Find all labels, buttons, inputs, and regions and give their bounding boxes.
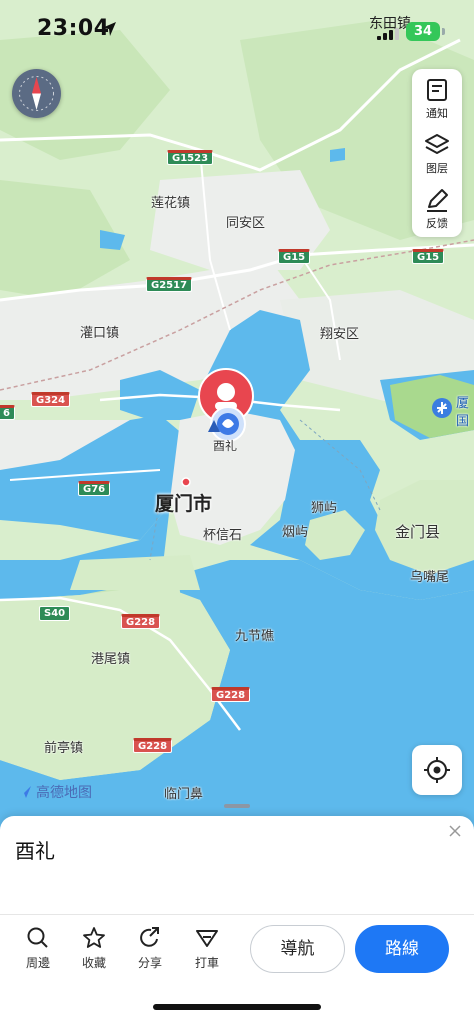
place-label: 杯信石 bbox=[203, 528, 243, 543]
map-toolbox: 通知 图层 反馈 bbox=[412, 69, 462, 237]
crosshair-icon bbox=[424, 757, 450, 783]
notice-button[interactable]: 通知 bbox=[412, 71, 462, 125]
route-button[interactable]: 路線 bbox=[355, 925, 449, 973]
nearby-label: 周邊 bbox=[25, 956, 50, 970]
layers-icon bbox=[425, 134, 449, 154]
favorite-label: 收藏 bbox=[81, 956, 106, 970]
notice-label: 通知 bbox=[426, 107, 448, 120]
taxi-label: 打車 bbox=[194, 956, 219, 970]
sheet-grabber[interactable] bbox=[224, 804, 250, 808]
locate-me-button[interactable] bbox=[412, 745, 462, 795]
road-shield: G76 bbox=[78, 481, 111, 496]
road-shield: G1523 bbox=[167, 150, 214, 165]
road-shield: G15 bbox=[278, 249, 311, 264]
road-shield: G324 bbox=[31, 392, 71, 407]
selected-poi-label: 酉礼 bbox=[213, 439, 238, 453]
road-shield: G228 bbox=[133, 738, 173, 753]
share-label: 分享 bbox=[137, 956, 162, 970]
search-icon bbox=[27, 927, 48, 948]
layers-label: 图层 bbox=[426, 162, 448, 175]
map-logo-text: 高德地图 bbox=[36, 785, 92, 801]
nearby-button[interactable]: 周邊 bbox=[13, 926, 63, 971]
map-logo: 高德地图 bbox=[18, 782, 92, 802]
status-time: 23:04 bbox=[37, 16, 110, 41]
taxi-button[interactable]: 打車 bbox=[182, 926, 232, 971]
road-shield: 6 bbox=[0, 405, 15, 420]
share-icon bbox=[140, 927, 159, 947]
place-label: 灌口镇 bbox=[80, 326, 120, 341]
sheet-divider bbox=[0, 914, 474, 915]
battery-indicator: 34 bbox=[406, 22, 440, 41]
place-label: 前亭镇 bbox=[44, 741, 84, 756]
status-bar: 23:04 东田镇 34 bbox=[0, 0, 474, 58]
place-label: 港尾镇 bbox=[91, 652, 131, 667]
place-label: 九节礁 bbox=[235, 629, 275, 644]
star-icon bbox=[83, 927, 105, 948]
home-indicator bbox=[153, 1004, 321, 1010]
location-services-icon bbox=[102, 22, 116, 36]
share-button[interactable]: 分享 bbox=[125, 926, 175, 971]
place-label: 金门县 bbox=[395, 523, 441, 541]
place-label: 乌嘴尾 bbox=[410, 570, 450, 585]
cellular-signal-icon bbox=[377, 28, 399, 40]
place-label: 临门鼻 bbox=[164, 787, 204, 802]
road-shield: S40 bbox=[39, 606, 71, 621]
place-label: 厦 bbox=[456, 396, 470, 411]
taxi-icon bbox=[196, 930, 218, 947]
feedback-button[interactable]: 反馈 bbox=[412, 181, 462, 235]
amap-logo-icon bbox=[19, 786, 31, 798]
compass-icon bbox=[19, 76, 54, 111]
road-shield: G228 bbox=[121, 614, 161, 629]
close-icon[interactable] bbox=[448, 824, 462, 838]
place-title: 酉礼 bbox=[15, 839, 55, 863]
city-label: 厦门市 bbox=[155, 493, 213, 515]
road-shield: G15 bbox=[412, 249, 445, 264]
place-detail-sheet: 酉礼 周邊 收藏 分享 打車 導航 路線 bbox=[0, 816, 474, 1024]
place-label: 烟屿 bbox=[282, 525, 309, 540]
layers-button[interactable]: 图层 bbox=[412, 126, 462, 180]
map-pin-icon bbox=[198, 368, 254, 442]
place-label: 国 bbox=[456, 414, 470, 429]
battery-nub bbox=[442, 28, 445, 35]
place-label: 莲花镇 bbox=[151, 196, 191, 211]
place-label: 狮屿 bbox=[311, 501, 338, 516]
map-view[interactable]: 莲花镇 同安区 灌口镇 翔安区 杯信石 烟屿 狮屿 金门县 乌嘴尾 九节礁 港尾… bbox=[0, 0, 474, 830]
notice-icon bbox=[427, 79, 447, 101]
feedback-label: 反馈 bbox=[426, 217, 448, 230]
road-shield: G228 bbox=[211, 687, 251, 702]
place-label: 翔安区 bbox=[320, 327, 360, 342]
favorite-button[interactable]: 收藏 bbox=[69, 926, 119, 971]
feedback-edit-icon bbox=[427, 189, 448, 212]
poi-dot-icon bbox=[181, 477, 191, 487]
navigate-button[interactable]: 導航 bbox=[250, 925, 345, 973]
compass-button[interactable] bbox=[12, 69, 61, 118]
road-shield: G2517 bbox=[146, 277, 193, 292]
place-label: 同安区 bbox=[226, 216, 266, 231]
